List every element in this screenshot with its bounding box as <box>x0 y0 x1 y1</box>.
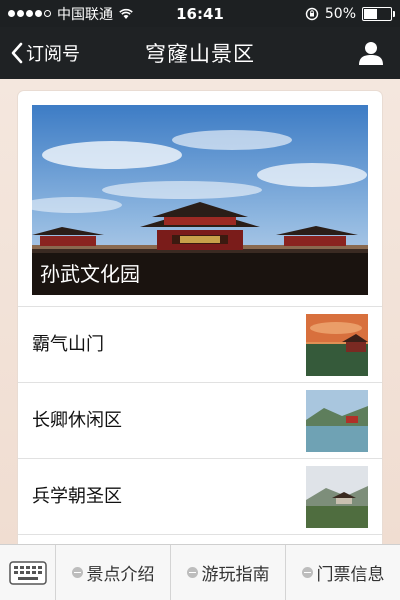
bottom-menu-bar: 景点介绍 游玩指南 门票信息 <box>0 544 400 600</box>
list-item[interactable]: 霸气山门 <box>18 306 382 382</box>
submenu-icon <box>71 567 83 578</box>
thumbnail-image <box>306 390 368 452</box>
scenic-card: 孙武文化园 霸气山门 长卿休闲区 兵学朝圣区 <box>18 91 382 544</box>
nav-bar: 订阅号 穹窿山景区 <box>0 27 400 79</box>
menu-travel-guide[interactable]: 游玩指南 <box>171 545 286 600</box>
menu-scenic-intro[interactable]: 景点介绍 <box>56 545 171 600</box>
list-item[interactable] <box>18 534 382 544</box>
article-content[interactable]: 孙武文化园 霸气山门 长卿休闲区 兵学朝圣区 <box>0 79 400 544</box>
wifi-icon <box>119 8 133 19</box>
menu-label: 游玩指南 <box>201 565 270 585</box>
hero-caption: 孙武文化园 <box>32 253 368 295</box>
list-item-label: 长卿休闲区 <box>32 410 122 431</box>
list-item-label: 兵学朝圣区 <box>32 486 122 507</box>
rotation-lock-icon <box>305 7 319 20</box>
status-left: 中国联通 <box>8 4 133 24</box>
submenu-icon <box>301 567 313 578</box>
signal-strength-icon <box>8 10 51 17</box>
list-item-label: 霸气山门 <box>32 334 104 355</box>
back-button[interactable]: 订阅号 <box>0 27 80 79</box>
battery-icon <box>362 6 395 21</box>
profile-icon[interactable] <box>358 40 384 66</box>
menu-ticket-info[interactable]: 门票信息 <box>286 545 400 600</box>
list-item[interactable]: 兵学朝圣区 <box>18 458 382 534</box>
submenu-icon <box>186 567 198 578</box>
keyboard-toggle-button[interactable] <box>0 545 56 600</box>
back-label: 订阅号 <box>26 44 80 65</box>
menu-label: 门票信息 <box>316 565 385 585</box>
list-item[interactable]: 长卿休闲区 <box>18 382 382 458</box>
battery-percent: 50% <box>324 5 356 22</box>
status-right: 50% <box>305 5 395 22</box>
status-bar: 中国联通 16:41 50% <box>0 0 400 27</box>
thumbnail-image <box>306 314 368 376</box>
carrier-name: 中国联通 <box>57 6 113 23</box>
menu-label: 景点介绍 <box>86 565 155 585</box>
hero-banner[interactable]: 孙武文化园 <box>32 105 368 295</box>
chevron-left-icon <box>11 42 23 64</box>
thumbnail-image <box>306 466 368 528</box>
keyboard-icon <box>8 560 47 585</box>
